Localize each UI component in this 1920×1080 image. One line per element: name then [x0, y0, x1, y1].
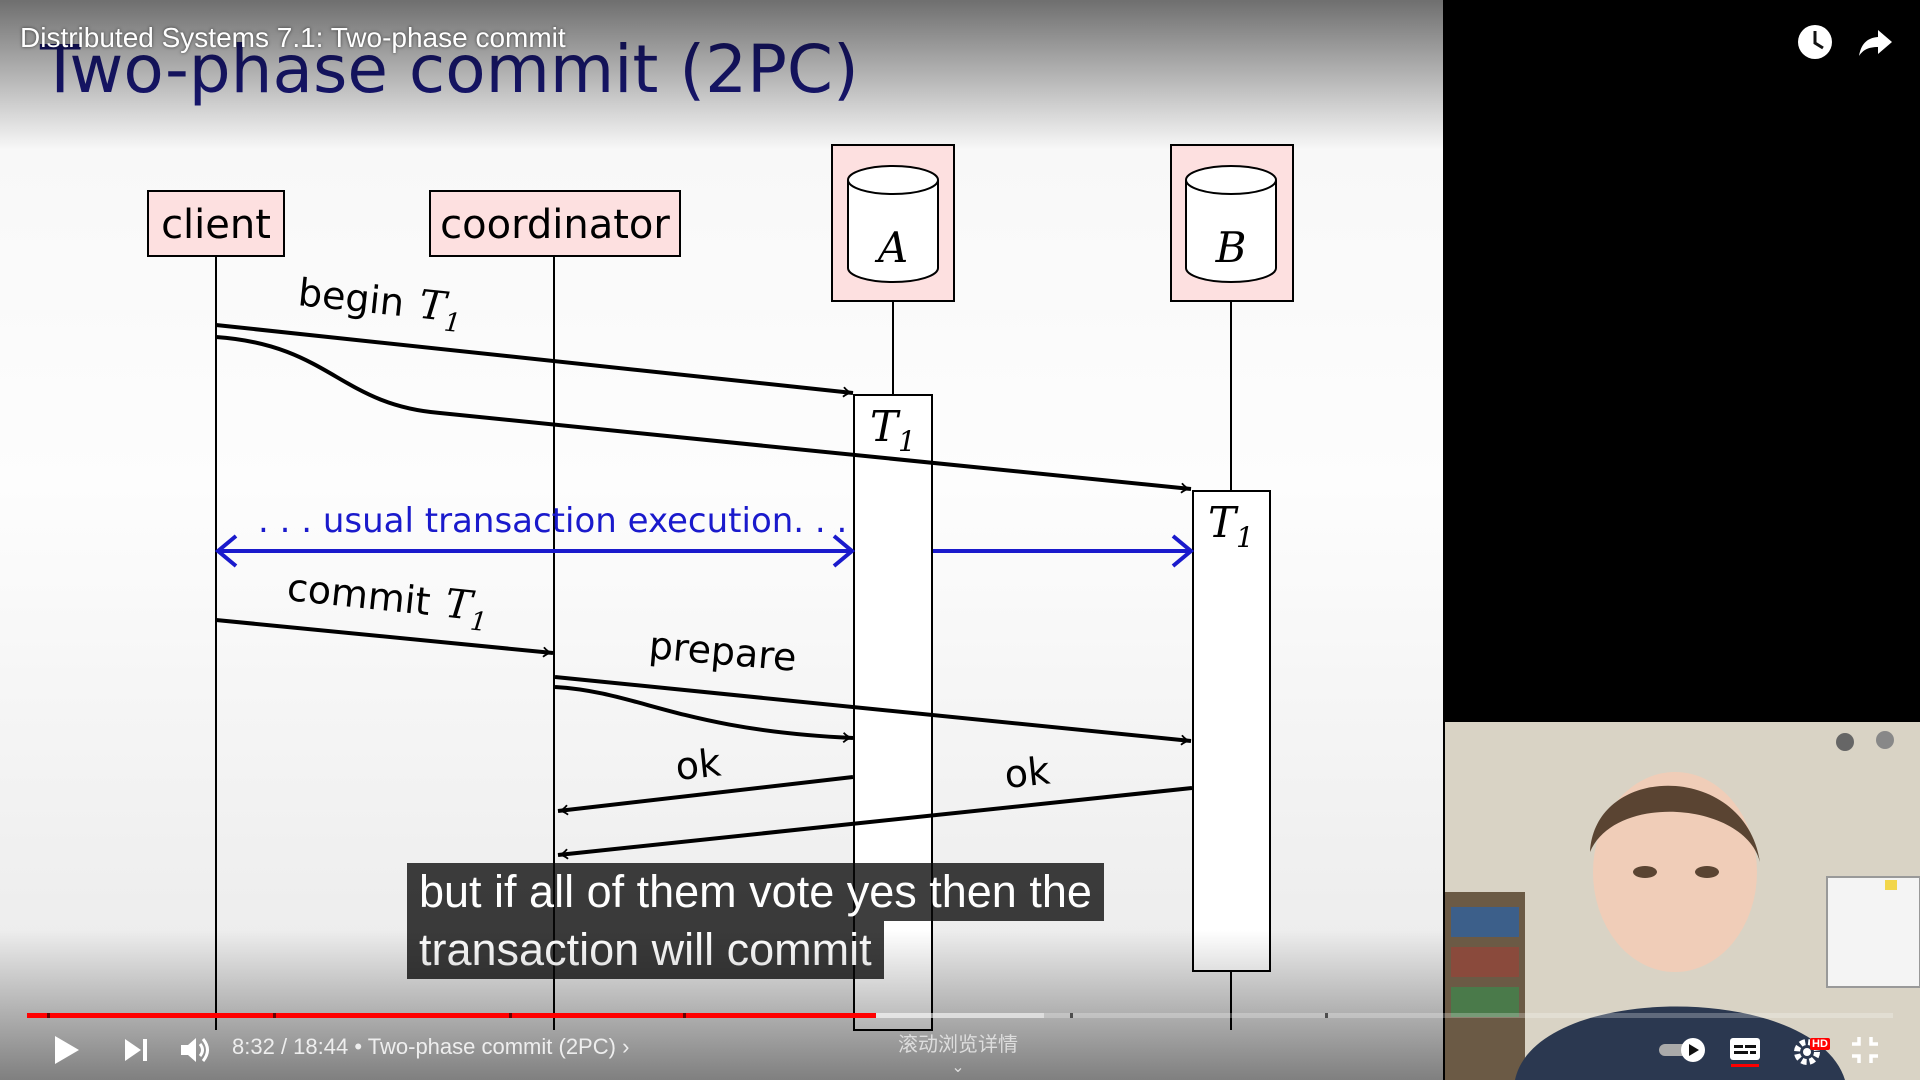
chapter-marker — [1070, 1013, 1073, 1018]
commit-message: commit T1 — [215, 564, 554, 658]
time-total: 18:44 — [293, 1034, 349, 1059]
chapter-hint[interactable]: 滚动浏览详情 ⌄ — [898, 1028, 1018, 1077]
coordinator-node: coordinator — [429, 190, 681, 257]
chapter-marker — [47, 1013, 50, 1018]
webcam-overlay — [1445, 722, 1920, 1080]
chapter-marker — [509, 1013, 512, 1018]
time-display[interactable]: 8:32 / 18:44 • Two-phase commit (2PC) › — [232, 1034, 629, 1060]
database-a-label: A — [874, 223, 908, 272]
exit-fullscreen-icon — [1852, 1037, 1878, 1063]
volume-icon — [181, 1038, 209, 1062]
b-activation-box — [1192, 490, 1271, 972]
ok-a-message: ok — [557, 740, 854, 816]
time-current: 8:32 — [232, 1034, 275, 1059]
prepare-label: prepare — [647, 623, 798, 680]
chapter-marker — [683, 1013, 686, 1018]
progress-bar[interactable] — [27, 1013, 1893, 1018]
progress-played — [27, 1013, 877, 1018]
share-icon — [1859, 30, 1892, 56]
coordinator-label: coordinator — [440, 202, 670, 248]
database-a-node: A — [831, 144, 955, 302]
video-title[interactable]: Distributed Systems 7.1: Two-phase commi… — [20, 22, 566, 54]
ok-b-label: ok — [1002, 748, 1052, 796]
chapter-title[interactable]: Two-phase commit (2PC) — [368, 1034, 616, 1059]
ok-a-label: ok — [673, 740, 723, 788]
execution-arrows: . . . usual transaction execution. . . — [214, 501, 1195, 568]
chapter-marker — [273, 1013, 276, 1018]
autoplay-toggle-icon — [1659, 1038, 1705, 1062]
settings-button[interactable]: HD — [1786, 1030, 1832, 1070]
svg-text:commit T1: commit T1 — [284, 564, 490, 638]
caption-line-1: but if all of them vote yes then the — [407, 863, 1104, 921]
client-label: client — [161, 202, 271, 248]
watch-later-button[interactable] — [1793, 20, 1837, 64]
exit-fullscreen-button[interactable] — [1845, 1030, 1885, 1070]
captions: but if all of them vote yes then the tra… — [407, 863, 1104, 979]
database-b-label: B — [1215, 223, 1247, 272]
caption-line-2: transaction will commit — [407, 921, 884, 979]
svg-text:begin T1: begin T1 — [295, 269, 464, 339]
client-node: client — [147, 190, 285, 257]
execution-label: . . . usual transaction execution. . . — [258, 501, 847, 541]
chapter-marker — [1325, 1013, 1328, 1018]
begin-label: begin — [296, 270, 406, 325]
chevron-down-icon: ⌄ — [951, 1059, 965, 1076]
clock-icon — [1798, 25, 1832, 59]
volume-button[interactable] — [176, 1030, 216, 1070]
play-button[interactable] — [46, 1030, 86, 1070]
share-button[interactable] — [1854, 20, 1898, 64]
subtitles-icon — [1730, 1038, 1760, 1067]
hd-badge: HD — [1810, 1038, 1830, 1050]
play-icon — [55, 1036, 79, 1064]
subtitles-button[interactable] — [1725, 1030, 1765, 1070]
commit-label: commit — [285, 565, 432, 624]
begin-message: begin T1 — [215, 269, 1192, 494]
autoplay-toggle[interactable] — [1655, 1030, 1709, 1070]
next-icon — [125, 1039, 147, 1061]
next-button[interactable] — [116, 1030, 156, 1070]
database-b-node: B — [1170, 144, 1294, 302]
